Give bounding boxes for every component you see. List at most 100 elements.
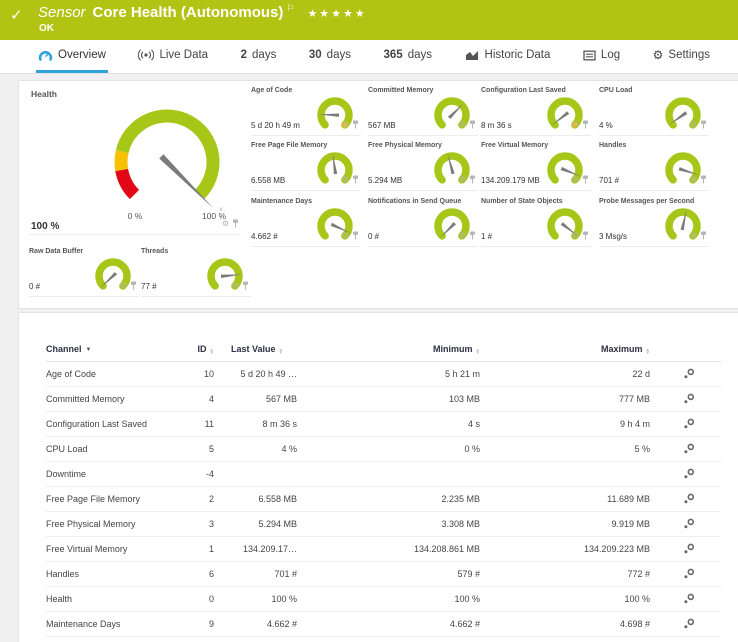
channel-settings-icon[interactable] [684, 371, 695, 381]
gauge-tile: Threads 77 # ⚙ [141, 247, 253, 297]
gauge-value: 0 # [29, 282, 40, 291]
gauge-tile: Free Physical Memory 5.294 MB ⚙ [368, 141, 480, 191]
sort-icon[interactable]: ▲▼ [279, 348, 283, 355]
tab-label: Settings [668, 49, 710, 61]
tab-historic-data[interactable]: Historic Data [463, 40, 553, 73]
tile-separator [481, 135, 591, 136]
tile-separator [599, 246, 709, 247]
tab-settings[interactable]: ⚙ Settings [651, 40, 712, 73]
sort-icon[interactable]: ▲▼ [646, 348, 650, 355]
pin-icon[interactable] [582, 116, 589, 134]
gear-icon[interactable]: ⚙ [690, 176, 697, 184]
tab-live-data[interactable]: Live Data [136, 40, 210, 73]
tab-log[interactable]: Log [581, 40, 622, 73]
gear-icon[interactable]: ⚙ [459, 121, 466, 129]
tab-label: Overview [58, 49, 106, 61]
tile-separator [599, 135, 709, 136]
cell-last-value: 5 d 20 h 49 … [218, 369, 301, 379]
gear-icon[interactable]: ⚙ [572, 121, 579, 129]
flag-icon[interactable]: ⚐ [286, 4, 294, 14]
pin-icon[interactable] [469, 171, 476, 189]
cell-id: 2 [196, 494, 218, 504]
cell-id: -4 [196, 469, 218, 479]
gear-icon: ⚙ [653, 48, 664, 62]
pin-icon[interactable] [700, 227, 707, 245]
gear-icon[interactable]: ⚙ [342, 121, 349, 129]
cell-minimum: 4.662 # [301, 619, 484, 629]
pin-icon[interactable] [352, 227, 359, 245]
channel-settings-icon[interactable] [684, 521, 695, 531]
gear-icon[interactable]: ⚙ [690, 232, 697, 240]
health-gauge-dial: x [105, 97, 230, 222]
pin-icon[interactable] [232, 215, 239, 233]
channel-settings-icon[interactable] [684, 421, 695, 431]
gauge-tile: Free Page File Memory 6.558 MB ⚙ [251, 141, 363, 191]
gauge-title: Age of Code [251, 87, 292, 94]
col-header-label: Last Value [231, 344, 276, 354]
sensor-header-bar: ✓ SensorCore Health (Autonomous)⚐★★★★★ O… [0, 0, 738, 40]
tab-30-days[interactable]: 30 days [307, 40, 353, 73]
channel-table-panel: Channel▼ID▲▼Last Value▲▼Minimum▲▼Maximum… [18, 312, 738, 642]
pin-icon[interactable] [242, 277, 249, 295]
channel-settings-icon[interactable] [684, 496, 695, 506]
channel-settings-icon[interactable] [684, 621, 695, 631]
gauge-tile: Maintenance Days 4.662 # ⚙ [251, 197, 363, 247]
tab-2-days[interactable]: 2 days [239, 40, 279, 73]
pin-icon[interactable] [352, 116, 359, 134]
channel-settings-icon[interactable] [684, 471, 695, 481]
col-header-minimum[interactable]: Minimum▲▼ [301, 344, 484, 355]
table-row: Health 0 100 % 100 % 100 % [46, 587, 721, 612]
channel-settings-icon[interactable] [684, 446, 695, 456]
cell-id: 1 [196, 544, 218, 554]
pin-icon[interactable] [130, 277, 137, 295]
cell-maximum: 4.698 # [484, 619, 654, 629]
gauge-tile: Handles 701 # ⚙ [599, 141, 711, 191]
cell-maximum: 777 MB [484, 394, 654, 404]
gear-icon[interactable]: ⚙ [342, 176, 349, 184]
channel-settings-icon[interactable] [684, 571, 695, 581]
tab-365-days[interactable]: 365 days [382, 40, 434, 73]
gauge-value: 4.662 # [251, 232, 278, 241]
cell-channel: CPU Load [46, 444, 196, 454]
gear-icon[interactable]: ⚙ [120, 282, 127, 290]
tile-separator [368, 135, 478, 136]
sort-icon[interactable]: ▲▼ [476, 348, 480, 355]
gear-icon[interactable]: ⚙ [572, 176, 579, 184]
cell-id: 5 [196, 444, 218, 454]
gauge-value: 5.294 MB [368, 176, 402, 185]
table-row: Committed Memory 4 567 MB 103 MB 777 MB [46, 387, 721, 412]
pin-icon[interactable] [700, 171, 707, 189]
channel-settings-icon[interactable] [684, 596, 695, 606]
gear-icon[interactable]: ⚙ [459, 176, 466, 184]
sorted-desc-icon[interactable]: ▼ [86, 347, 92, 353]
cell-id: 6 [196, 569, 218, 579]
col-header-last-value[interactable]: Last Value▲▼ [218, 344, 301, 355]
channel-settings-icon[interactable] [684, 546, 695, 556]
gauge-title: Handles [599, 142, 626, 149]
tile-icons: ⚙ [572, 116, 589, 134]
pin-icon[interactable] [582, 227, 589, 245]
gear-icon[interactable]: ⚙ [222, 220, 229, 228]
gear-icon[interactable]: ⚙ [459, 232, 466, 240]
pin-icon[interactable] [469, 227, 476, 245]
gear-icon[interactable]: ⚙ [572, 232, 579, 240]
gear-icon[interactable]: ⚙ [342, 232, 349, 240]
col-header-maximum[interactable]: Maximum▲▼ [484, 344, 654, 355]
pin-icon[interactable] [469, 116, 476, 134]
priority-stars[interactable]: ★★★★★ [307, 7, 366, 20]
tab-overview[interactable]: Overview [36, 40, 108, 73]
channel-settings-icon[interactable] [684, 396, 695, 406]
col-header-channel[interactable]: Channel▼ [46, 344, 196, 354]
cell-channel: Committed Memory [46, 394, 196, 404]
pin-icon[interactable] [582, 171, 589, 189]
gear-icon[interactable]: ⚙ [232, 282, 239, 290]
col-header-label: Minimum [433, 344, 473, 354]
col-header-id[interactable]: ID▲▼ [196, 344, 218, 355]
gauge-scale-min: 0 % [128, 211, 143, 221]
table-row: Free Physical Memory 3 5.294 MB 3.308 MB… [46, 512, 721, 537]
sort-icon[interactable]: ▲▼ [210, 348, 214, 355]
tile-icons: ⚙ [459, 171, 476, 189]
pin-icon[interactable] [700, 116, 707, 134]
pin-icon[interactable] [352, 171, 359, 189]
gear-icon[interactable]: ⚙ [690, 121, 697, 129]
